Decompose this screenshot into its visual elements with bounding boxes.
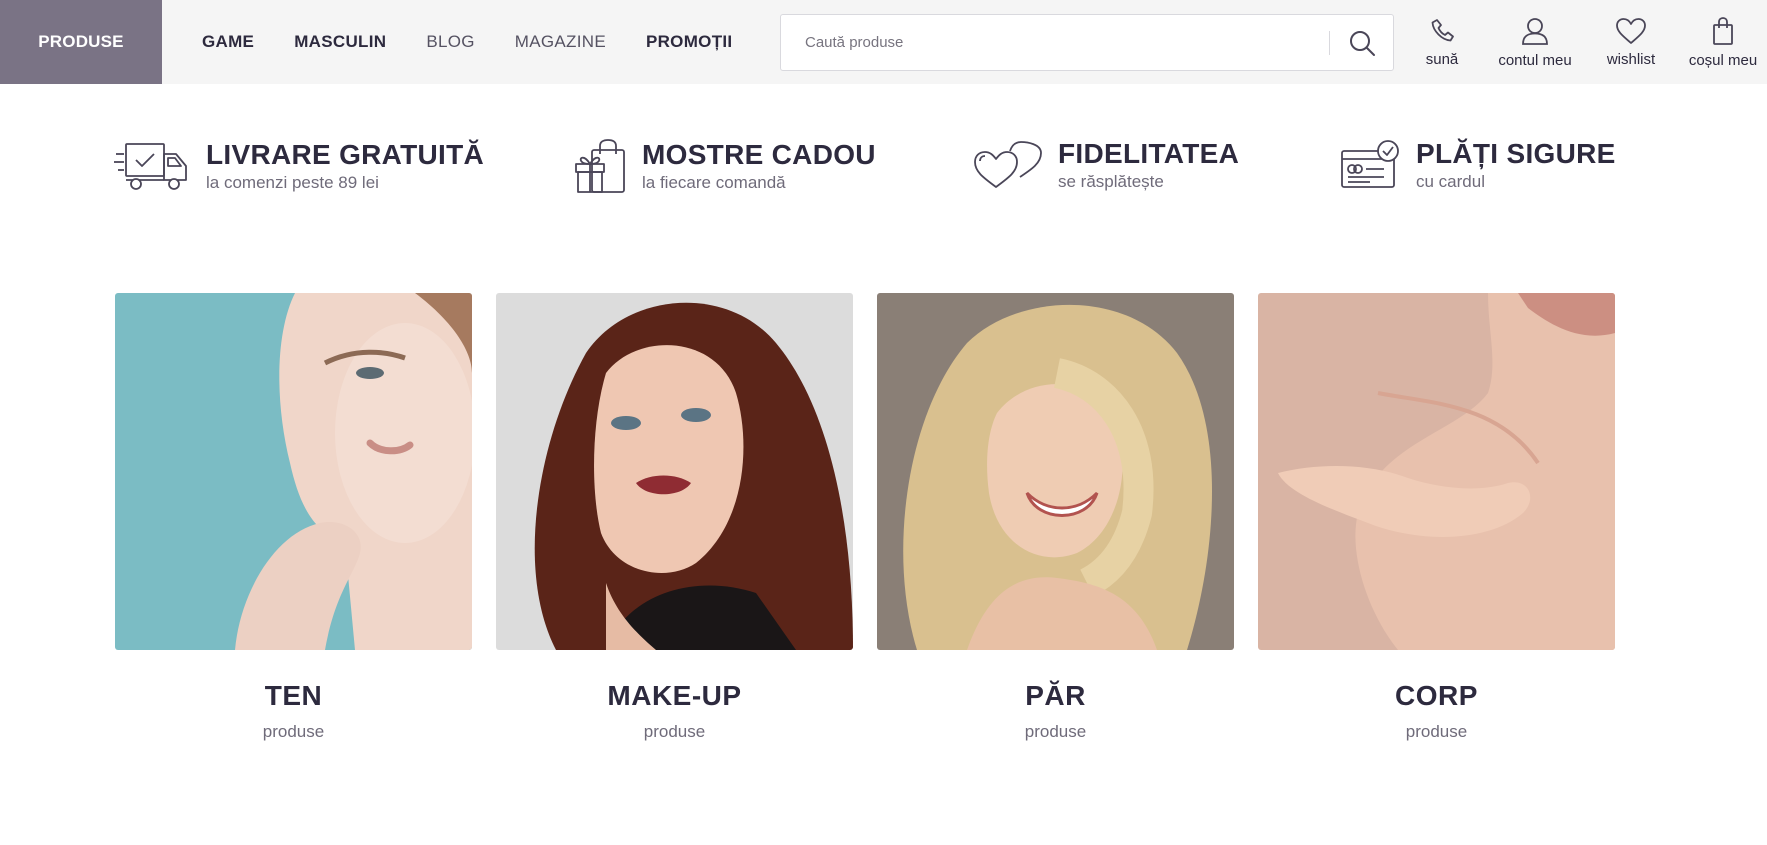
category-image-make-up[interactable]	[496, 293, 853, 650]
benefit-title: LIVRARE GRATUITĂ	[206, 139, 485, 170]
benefit-secure-payments: PLĂȚI SIGURE cu cardul	[1340, 138, 1616, 192]
nav-item-masculin[interactable]: MASCULIN	[294, 32, 386, 52]
hearts-icon	[974, 141, 1042, 188]
portrait-hair-image	[877, 293, 1234, 650]
account-button[interactable]: contul meu	[1487, 0, 1583, 84]
header-utilities: sună contul meu wishlist coșul meu	[1397, 0, 1767, 84]
call-label: sună	[1425, 50, 1459, 68]
main-nav: GAME MASCULIN BLOG MAGAZINE PROMOȚII	[202, 0, 772, 84]
nav-item-promotii[interactable]: PROMOȚII	[646, 32, 732, 52]
category-subtitle[interactable]: produse	[496, 722, 853, 742]
user-icon	[1522, 17, 1548, 45]
benefit-title: MOSTRE CADOU	[642, 139, 876, 170]
site-header: PRODUSE GAME MASCULIN BLOG MAGAZINE PROM…	[0, 0, 1767, 84]
category-subtitle[interactable]: produse	[877, 722, 1234, 742]
category-subtitle[interactable]: produse	[1258, 722, 1615, 742]
category-image-par[interactable]	[877, 293, 1234, 650]
category-card-par[interactable]: PĂR produse	[877, 293, 1234, 742]
nav-item-magazine[interactable]: MAGAZINE	[515, 32, 606, 52]
category-image-ten[interactable]	[115, 293, 472, 650]
category-title[interactable]: TEN	[115, 680, 472, 712]
category-card-corp[interactable]: CORP produse	[1258, 293, 1615, 742]
benefit-loyalty: FIDELITATEA se răsplătește	[972, 138, 1239, 192]
shopping-bag-icon	[1713, 16, 1733, 45]
benefit-gift-samples: MOSTRE CADOU la fiecare comandă	[574, 138, 876, 194]
category-title[interactable]: MAKE-UP	[496, 680, 853, 712]
wishlist-label: wishlist	[1606, 50, 1656, 68]
category-subtitle[interactable]: produse	[115, 722, 472, 742]
nav-item-blog[interactable]: BLOG	[426, 32, 474, 52]
portrait-skin-image	[115, 293, 472, 650]
category-title[interactable]: PĂR	[877, 680, 1234, 712]
benefit-title: PLĂȚI SIGURE	[1416, 138, 1616, 169]
portrait-makeup-image	[496, 293, 853, 650]
phone-icon	[1431, 18, 1454, 41]
nav-item-game[interactable]: GAME	[202, 32, 254, 52]
heart-icon	[1616, 17, 1646, 44]
category-card-ten[interactable]: TEN produse	[115, 293, 472, 742]
cart-label: coșul meu	[1688, 51, 1758, 69]
gift-bag-icon	[575, 139, 625, 193]
products-menu-button[interactable]: PRODUSE	[0, 0, 162, 84]
benefit-free-delivery: LIVRARE GRATUITĂ la comenzi peste 89 lei	[114, 138, 484, 194]
search-bar	[780, 14, 1394, 71]
category-image-corp[interactable]	[1258, 293, 1615, 650]
benefit-subtitle: la comenzi peste 89 lei	[206, 173, 379, 192]
search-icon	[1350, 31, 1375, 56]
search-input[interactable]	[805, 15, 1325, 70]
wishlist-button[interactable]: wishlist	[1583, 0, 1679, 84]
call-button[interactable]: sună	[1397, 0, 1487, 84]
category-card-make-up[interactable]: MAKE-UP produse	[496, 293, 853, 742]
delivery-truck-icon	[114, 143, 187, 190]
search-button[interactable]	[1343, 25, 1381, 61]
benefit-subtitle: se răsplătește	[1058, 172, 1164, 191]
secure-card-icon	[1341, 140, 1399, 188]
account-label: contul meu	[1498, 51, 1572, 69]
portrait-body-image	[1258, 293, 1615, 650]
benefit-title: FIDELITATEA	[1058, 138, 1240, 169]
category-title[interactable]: CORP	[1258, 680, 1615, 712]
benefit-subtitle: la fiecare comandă	[642, 173, 786, 192]
benefit-subtitle: cu cardul	[1416, 172, 1485, 191]
cart-button[interactable]: coșul meu	[1679, 0, 1767, 84]
search-divider	[1329, 31, 1330, 55]
